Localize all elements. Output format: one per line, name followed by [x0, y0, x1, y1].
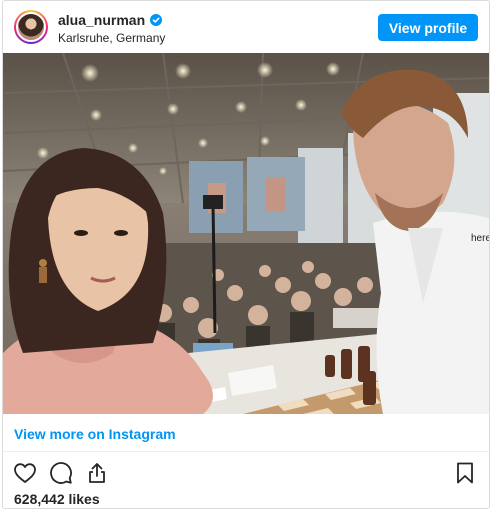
shirt-logo-text: here — [471, 233, 489, 244]
instagram-embed-card: alua_nurman Karlsruhe, Germany View prof… — [2, 0, 490, 509]
verified-badge-icon — [150, 14, 163, 26]
view-profile-button[interactable]: View profile — [378, 14, 478, 41]
share-icon[interactable] — [85, 461, 109, 485]
username[interactable]: alua_nurman — [58, 12, 145, 28]
post-header: alua_nurman Karlsruhe, Germany View prof… — [3, 1, 489, 53]
selfie-photo: here — [3, 53, 489, 414]
user-info: alua_nurman Karlsruhe, Germany — [58, 12, 165, 45]
divider — [3, 451, 489, 452]
username-row: alua_nurman — [58, 12, 165, 28]
view-more-link[interactable]: View more on Instagram — [14, 426, 176, 442]
comment-icon[interactable] — [49, 461, 73, 485]
bookmark-icon[interactable] — [453, 461, 477, 485]
heart-icon[interactable] — [13, 461, 37, 485]
avatar-image — [16, 12, 46, 42]
post-photo[interactable]: here — [3, 53, 489, 414]
location[interactable]: Karlsruhe, Germany — [58, 31, 165, 45]
action-bar — [13, 461, 109, 485]
likes-count[interactable]: 628,442 likes — [14, 491, 100, 507]
avatar[interactable] — [14, 10, 48, 44]
